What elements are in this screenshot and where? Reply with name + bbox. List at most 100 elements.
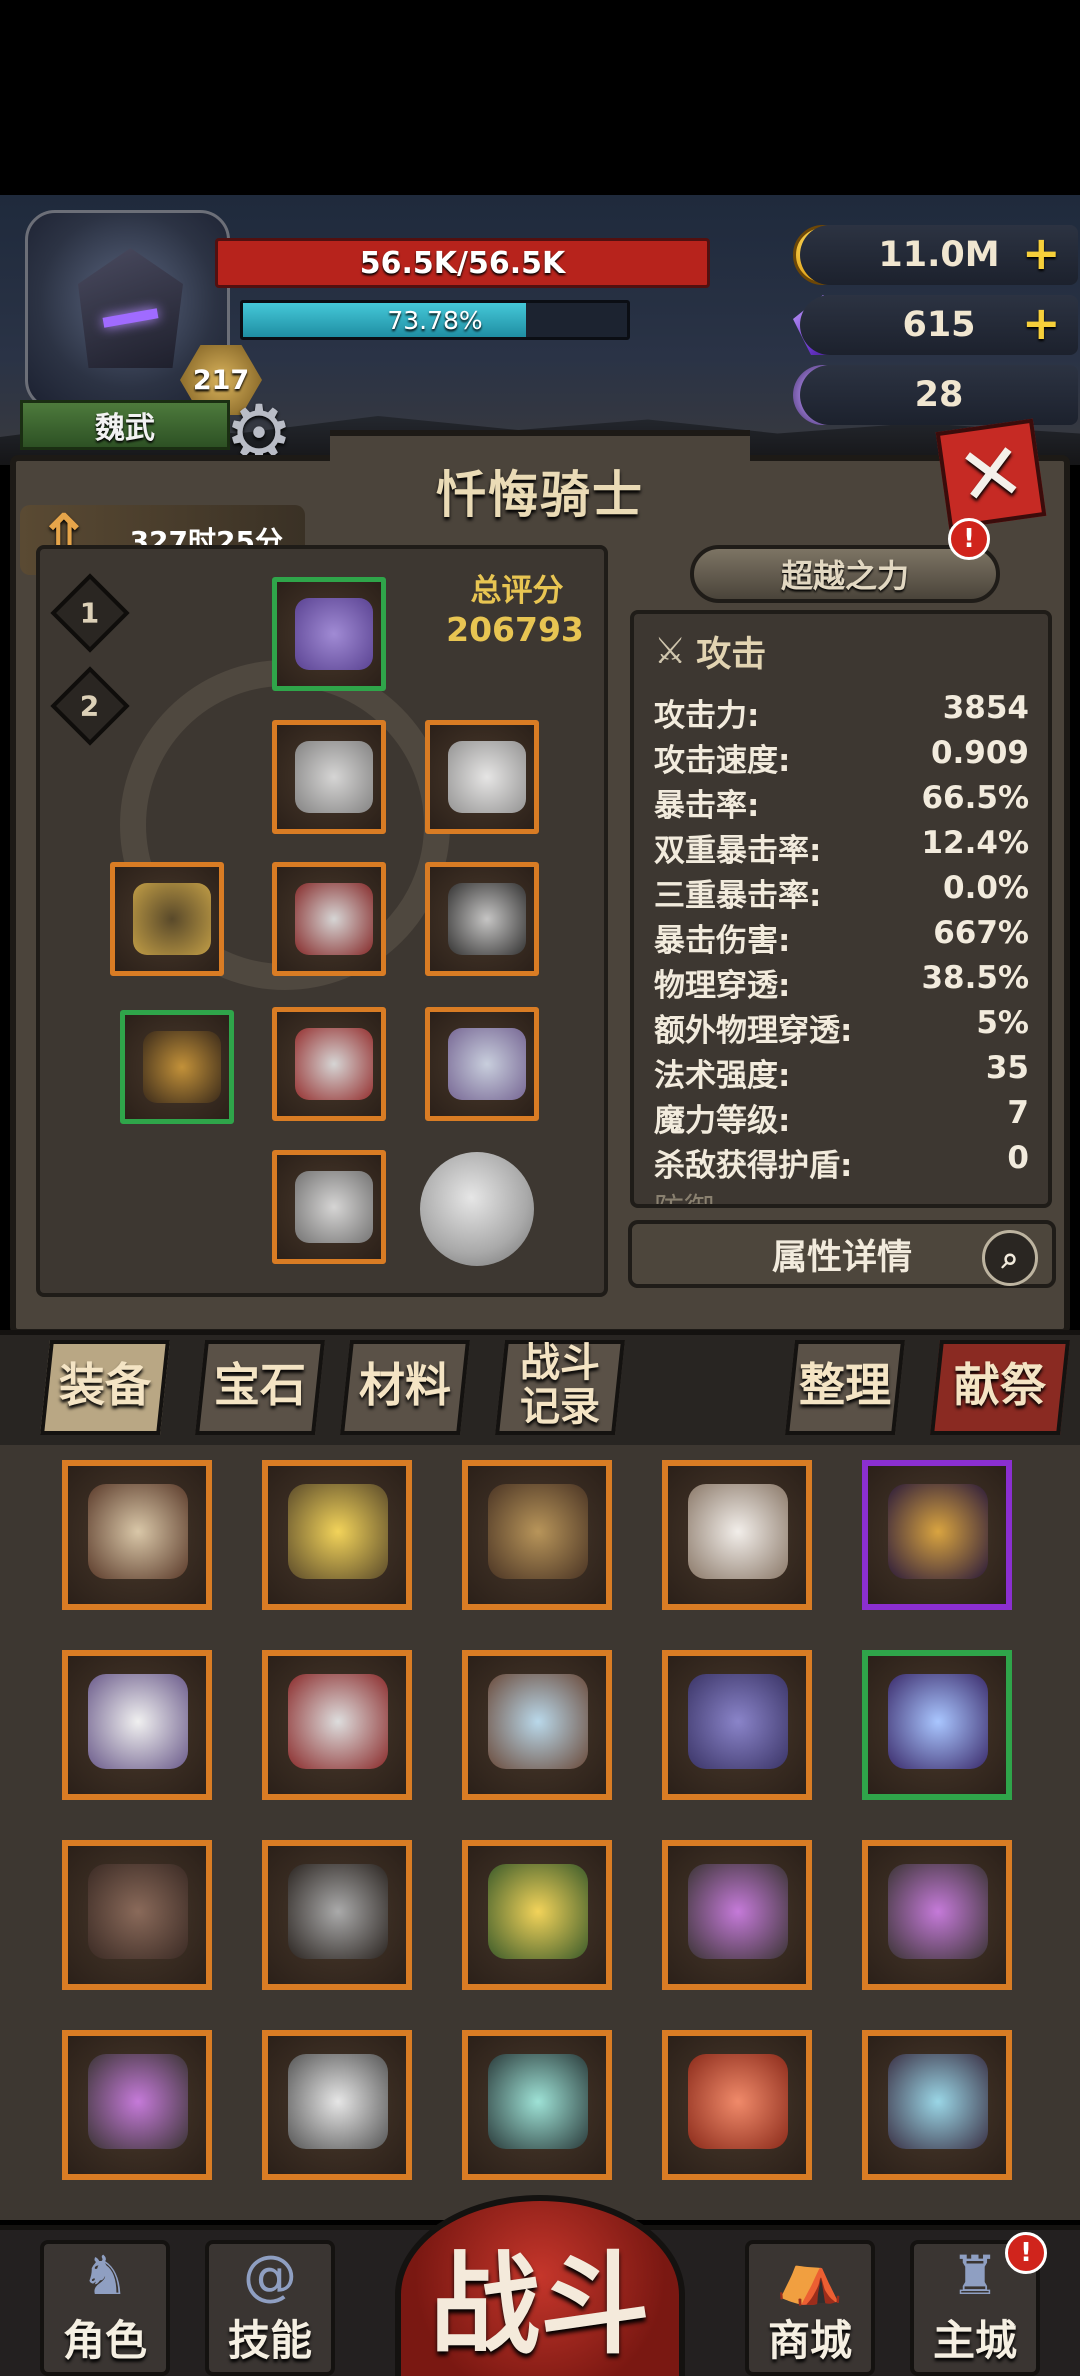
equip-slot-belt[interactable] <box>272 862 386 976</box>
nav-skills-button[interactable]: @ 技能 <box>205 2240 335 2376</box>
inventory-item[interactable] <box>62 1460 212 1610</box>
inventory-item[interactable] <box>862 1650 1012 1800</box>
stat-label: 魔力等级: <box>654 1103 791 1139</box>
sword-icon: ⚔ <box>654 631 687 672</box>
equip-slot-shield[interactable] <box>425 1007 539 1121</box>
equip-slot-flower[interactable] <box>272 577 386 691</box>
equip-slot-gloves[interactable] <box>425 720 539 834</box>
score-value: 206793 <box>446 610 584 649</box>
stat-row: 攻击力: 3854 <box>654 690 1029 735</box>
exp-text: 73.78% <box>387 305 483 335</box>
add-gold-button[interactable]: + <box>1022 226 1061 280</box>
inventory-item[interactable] <box>62 2030 212 2180</box>
attribute-details-button[interactable]: 属性详情 ⌕ <box>628 1220 1056 1288</box>
skills-swirl-icon: @ <box>243 2244 297 2307</box>
stat-value: 5% <box>976 1005 1029 1041</box>
shop-tent-icon: ⛺ <box>776 2244 844 2307</box>
stat-row: 双重暴击率: 12.4% <box>654 825 1029 870</box>
stat-label: 暴击率: <box>654 788 760 824</box>
inventory-item[interactable] <box>862 1460 1012 1610</box>
stat-label: 攻击速度: <box>654 743 791 779</box>
score-label: 总评分 <box>470 573 564 609</box>
add-gem-button[interactable]: + <box>1022 296 1061 350</box>
equip-slot-necklace[interactable] <box>425 862 539 976</box>
stat-value: 7 <box>1007 1095 1029 1131</box>
stat-value: 3854 <box>942 690 1029 726</box>
transcend-alert-icon: ! <box>948 518 990 560</box>
search-icon[interactable]: ⌕ <box>982 1230 1038 1286</box>
equip-slot-ring[interactable] <box>110 862 224 976</box>
inventory-item[interactable] <box>862 2030 1012 2180</box>
castle-icon: ♜ <box>950 2244 1000 2307</box>
character-icon: ♞ <box>80 2244 130 2307</box>
stat-value: 35 <box>985 1050 1029 1086</box>
inventory-item[interactable] <box>62 1650 212 1800</box>
stat-label: 额外物理穿透: <box>654 1013 853 1049</box>
stat-row: 杀敌获得护盾: 0 <box>654 1140 1029 1185</box>
inventory-item[interactable] <box>62 1840 212 1990</box>
stat-value: 66.5% <box>921 780 1029 816</box>
inventory-item[interactable] <box>262 1460 412 1610</box>
knight-helm-icon <box>78 248 183 368</box>
stat-row: 法术强度: 35 <box>654 1050 1029 1095</box>
inventory-item[interactable] <box>262 1840 412 1990</box>
inventory-item[interactable] <box>662 1650 812 1800</box>
stat-value: 0.909 <box>930 735 1029 771</box>
player-name: 魏武 <box>20 400 230 450</box>
stat-row: 三重暴击率: 0.0% <box>654 870 1029 915</box>
inventory-grid <box>0 1445 1080 2220</box>
inventory-item[interactable] <box>662 1460 812 1610</box>
hp-bar: 56.5K/56.5K <box>215 238 710 288</box>
equip-slot-bracers[interactable] <box>272 1007 386 1121</box>
equip-slot-empty[interactable] <box>420 1152 534 1266</box>
stat-row: 额外物理穿透: 5% <box>654 1005 1029 1050</box>
stat-label: 法术强度: <box>654 1058 791 1094</box>
ram-amount: 28 <box>800 365 1078 425</box>
stat-row: 暴击率: 66.5% <box>654 780 1029 825</box>
main-city-alert-icon: ! <box>1005 2232 1047 2274</box>
tab-battle-record[interactable]: 战斗 记录 <box>495 1330 625 1440</box>
sort-button[interactable]: 整理 <box>785 1330 905 1440</box>
equip-slot-boots[interactable] <box>272 1150 386 1264</box>
stat-row: 攻击速度: 0.909 <box>654 735 1029 780</box>
status-bar-area <box>0 0 1080 195</box>
inventory-item[interactable] <box>462 1650 612 1800</box>
nav-character-button[interactable]: ♞ 角色 <box>40 2240 170 2376</box>
page-title: 忏悔骑士 <box>436 466 644 524</box>
inventory-item[interactable] <box>462 1460 612 1610</box>
stat-label: 攻击力: <box>654 698 760 734</box>
stats-next-section: 防御 <box>654 1184 714 1204</box>
close-button[interactable]: ✕ <box>935 418 1047 530</box>
exp-bar: 73.78% <box>240 300 630 340</box>
tab-gems[interactable]: 宝石 <box>195 1330 325 1440</box>
inventory-item[interactable] <box>462 2030 612 2180</box>
sacrifice-button[interactable]: 献祭 <box>930 1330 1070 1440</box>
stat-value: 38.5% <box>921 960 1029 996</box>
battle-button[interactable]: 战斗 <box>395 2195 685 2376</box>
stats-panel: ⚔ 攻击 攻击力: 3854 攻击速度: 0.909 暴击率: 66.5% 双重暴击率: 12… <box>630 610 1052 1208</box>
stat-row: 物理穿透: 38.5% <box>654 960 1029 1005</box>
equip-slot-chest[interactable] <box>272 720 386 834</box>
stat-row: 暴击伤害: 667% <box>654 915 1029 960</box>
tab-equipment[interactable]: 装备 <box>40 1330 170 1440</box>
stats-section-title: 攻击 <box>696 635 767 675</box>
stat-value: 12.4% <box>921 825 1029 861</box>
stat-label: 杀敌获得护盾: <box>654 1148 853 1184</box>
stat-label: 双重暴击率: <box>654 833 822 869</box>
inventory-item[interactable] <box>862 1840 1012 1990</box>
tab-materials[interactable]: 材料 <box>340 1330 470 1440</box>
inventory-item[interactable] <box>662 2030 812 2180</box>
stat-label: 暴击伤害: <box>654 923 791 959</box>
stat-row: 魔力等级: 7 <box>654 1095 1029 1140</box>
nav-shop-button[interactable]: ⛺ 商城 <box>745 2240 875 2376</box>
inventory-item[interactable] <box>262 1650 412 1800</box>
inventory-item[interactable] <box>662 1840 812 1990</box>
equip-slot-weapon[interactable] <box>120 1010 234 1124</box>
stat-value: 667% <box>933 915 1029 951</box>
stat-value: 0 <box>1007 1140 1029 1176</box>
stat-value: 0.0% <box>943 870 1029 906</box>
stat-label: 三重暴击率: <box>654 878 822 914</box>
inventory-item[interactable] <box>462 1840 612 1990</box>
stat-label: 物理穿透: <box>654 968 791 1004</box>
inventory-item[interactable] <box>262 2030 412 2180</box>
